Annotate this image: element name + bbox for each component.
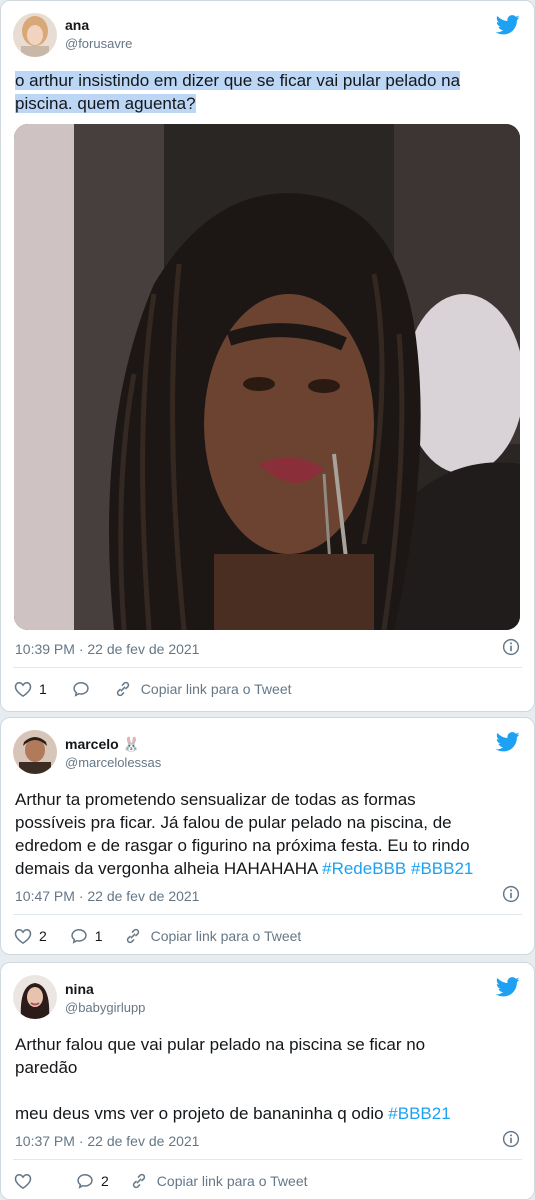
text-line: Arthur falou que vai pular pelado na pis… — [15, 1035, 426, 1054]
author-handle[interactable]: @babygirlupp — [65, 1000, 145, 1015]
copy-link-button[interactable]: Copiar link para o Tweet — [129, 1171, 308, 1191]
info-icon[interactable] — [502, 885, 520, 903]
author-name[interactable]: ana — [65, 17, 89, 33]
like-count: 1 — [39, 681, 47, 697]
tweet-text: Arthur falou que vai pular pelado na pis… — [15, 1033, 516, 1125]
avatar[interactable] — [13, 13, 57, 57]
reply-button[interactable]: 1 — [69, 926, 103, 946]
author-handle[interactable]: @forusavre — [65, 36, 132, 51]
tweet-card-nina[interactable]: nina @babygirlupp Arthur falou que vai p… — [0, 962, 535, 1200]
hashtag-link[interactable]: #BBB21 — [411, 859, 473, 878]
author-handle[interactable]: @marcelolessas — [65, 755, 161, 770]
link-icon — [123, 926, 143, 946]
twitter-bird-icon[interactable] — [496, 977, 520, 997]
tweet-actions: 1 Copiar link para o Tweet — [13, 678, 292, 700]
text-line: meu deus vms ver o projeto de bananinha … — [15, 1102, 516, 1125]
avatar[interactable] — [13, 975, 57, 1019]
copy-link-label: Copiar link para o Tweet — [156, 1173, 308, 1189]
copy-link-button[interactable]: Copiar link para o Tweet — [113, 679, 292, 699]
tweet-text: o arthur insistindo em dizer que se fica… — [15, 69, 516, 115]
author-name[interactable]: nina — [65, 981, 94, 997]
reply-count: 1 — [94, 928, 103, 944]
tweet-card-ana[interactable]: ana @forusavre o arthur insistindo em di… — [0, 0, 535, 712]
reply-icon — [71, 679, 91, 699]
heart-icon — [13, 926, 33, 946]
like-button[interactable]: 1 — [13, 679, 47, 699]
link-icon — [129, 1171, 149, 1191]
heart-icon — [13, 1171, 33, 1191]
tweet-media-image[interactable] — [14, 124, 520, 630]
twitter-bird-icon[interactable] — [496, 15, 520, 35]
reply-button[interactable]: 2 — [75, 1171, 109, 1191]
link-icon — [113, 679, 133, 699]
like-button[interactable]: 2 — [13, 926, 47, 946]
copy-link-label: Copiar link para o Tweet — [150, 928, 302, 944]
author-name[interactable]: marcelo 🐰 — [65, 736, 140, 753]
tweet-text: Arthur ta prometendo sensualizar de toda… — [15, 788, 516, 880]
reply-count: 2 — [101, 1173, 109, 1189]
divider — [13, 667, 522, 668]
like-count: 2 — [39, 928, 47, 944]
divider — [13, 914, 522, 915]
text-span: demais da vergonha alheia HAHAHAHA — [15, 859, 323, 878]
heart-icon — [13, 679, 33, 699]
timestamp[interactable]: 10:37 PM · 22 de fev de 2021 — [15, 1133, 199, 1149]
tweet-actions: 2 1 Copiar link para o Tweet — [13, 925, 301, 947]
reply-icon — [69, 926, 89, 946]
text-line: o arthur insistindo em dizer que se fica… — [15, 71, 461, 90]
info-icon[interactable] — [502, 1130, 520, 1148]
reply-button[interactable] — [71, 679, 91, 699]
hashtag-link[interactable]: #BBB21 — [388, 1104, 450, 1123]
text-line: piscina. quem aguenta? — [15, 94, 196, 113]
info-icon[interactable] — [502, 638, 520, 656]
twitter-bird-icon[interactable] — [496, 732, 520, 752]
copy-link-label: Copiar link para o Tweet — [140, 681, 292, 697]
text-line: demais da vergonha alheia HAHAHAHA #Rede… — [15, 857, 516, 880]
reply-icon — [75, 1171, 95, 1191]
text-line: Arthur ta prometendo sensualizar de toda… — [15, 790, 416, 809]
author-name-text: marcelo — [65, 736, 119, 752]
tweet-actions: 2 Copiar link para o Tweet — [13, 1170, 308, 1192]
tweet-card-marcelo[interactable]: marcelo 🐰 @marcelolessas Arthur ta prome… — [0, 717, 535, 955]
text-line: possíveis pra ficar. Já falou de pular p… — [15, 813, 452, 832]
copy-link-button[interactable]: Copiar link para o Tweet — [123, 926, 302, 946]
timestamp[interactable]: 10:39 PM · 22 de fev de 2021 — [15, 641, 199, 657]
text-span: meu deus vms ver o projeto de bananinha … — [15, 1104, 389, 1123]
text-line: paredão — [15, 1058, 78, 1077]
avatar[interactable] — [13, 730, 57, 774]
divider — [13, 1159, 522, 1160]
timestamp[interactable]: 10:47 PM · 22 de fev de 2021 — [15, 888, 199, 904]
rabbit-emoji-icon: 🐰 — [122, 736, 141, 752]
hashtag-link[interactable]: #RedeBBB — [322, 859, 406, 878]
text-line: edredom e de rasgar o figurino na próxim… — [15, 836, 470, 855]
like-button[interactable] — [13, 1171, 39, 1191]
